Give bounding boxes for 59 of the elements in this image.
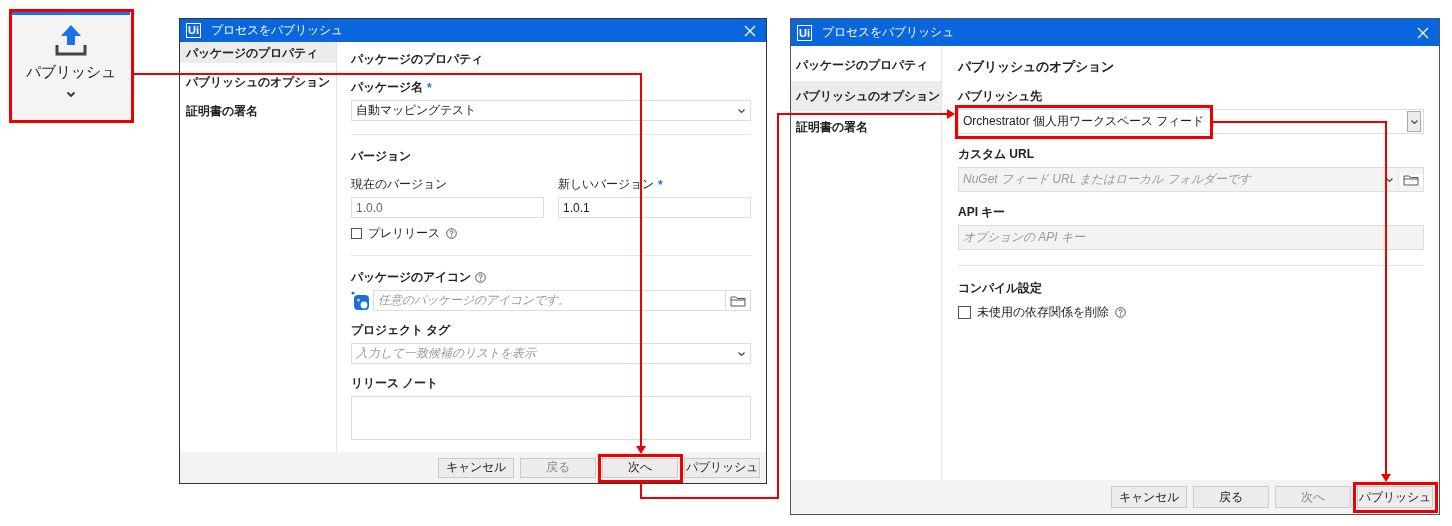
placeholder-text: 入力して一致候補のリストを表示 (356, 345, 536, 362)
dropdown-field[interactable]: Orchestrator 個人用ワークスペース フィード (958, 109, 1424, 134)
sidebar-item[interactable]: パッケージのプロパティ (791, 50, 941, 80)
caret-icon (1409, 118, 1419, 125)
dropdown-field[interactable]: 自動マッピングテスト (351, 100, 751, 121)
field-label: パッケージ名 (351, 79, 423, 96)
sidebar-item[interactable]: 証明書の署名 (180, 100, 336, 121)
dialog-button[interactable]: パブリッシュ (684, 457, 760, 478)
checkbox[interactable] (351, 228, 362, 239)
required-mark: * (658, 177, 663, 192)
close-icon (744, 24, 756, 37)
field-value: 1.0.1 (563, 200, 590, 215)
upload-icon (54, 23, 88, 57)
placeholder-text: NuGet フィード URL またはローカル フォルダーです (963, 171, 1251, 188)
window-title: プロセスをパブリッシュ (211, 22, 343, 39)
dropdown-button[interactable] (1407, 111, 1421, 132)
package-icon (351, 290, 369, 311)
dialog-button[interactable]: キャンセル (438, 457, 514, 478)
sidebar-item[interactable]: 証明書の署名 (791, 112, 941, 142)
section-heading: パブリッシュのオプション (958, 58, 1115, 76)
input-field[interactable]: 1.0.1 (558, 197, 751, 218)
field-value: 自動マッピングテスト (356, 102, 476, 119)
folder-icon (730, 294, 746, 307)
dialog-button[interactable]: パブリッシュ (1357, 486, 1433, 508)
field-label: プロジェクト タグ (351, 322, 451, 339)
caret-icon (737, 350, 746, 357)
checkbox-label: プレリリース (368, 225, 440, 242)
field-label: 現在のバージョン (351, 176, 447, 193)
required-mark: * (427, 80, 432, 95)
field-label: カスタム URL (958, 146, 1034, 163)
caret-icon (1385, 176, 1394, 183)
field-label: パブリッシュ先 (958, 88, 1042, 105)
folder-icon (1403, 173, 1419, 186)
publish-button[interactable]: パブリッシュ (12, 12, 130, 119)
section-label: コンパイル設定 (958, 280, 1043, 297)
placeholder-text: オプションの API キー (963, 229, 1085, 246)
sidebar-item[interactable]: パブリッシュのオプション (791, 81, 941, 111)
close-icon (1417, 26, 1429, 39)
app-logo: Ui (186, 23, 201, 38)
field-label: パッケージのアイコン (351, 269, 471, 286)
field-value: 1.0.0 (356, 200, 383, 215)
caret-icon (66, 91, 76, 98)
placeholder-text: 任意のパッケージのアイコンです。 (378, 292, 570, 309)
app-logo: Ui (797, 24, 812, 41)
caret-icon (737, 107, 746, 114)
window-title: プロセスをパブリッシュ (822, 24, 954, 41)
dialog-button[interactable]: 次へ (602, 457, 678, 478)
section-label: バージョン (351, 148, 412, 165)
field-value: Orchestrator 個人用ワークスペース フィード (963, 113, 1205, 130)
checkbox[interactable] (958, 306, 971, 319)
sidebar-item[interactable]: パブリッシュのオプション (180, 71, 336, 92)
dialog-button[interactable]: 戻る (1193, 486, 1269, 508)
field-label: 新しいバージョン (558, 176, 654, 193)
dialog-button[interactable]: キャンセル (1111, 486, 1187, 508)
checkbox-label: 未使用の依存関係を削除 (977, 304, 1109, 321)
section-heading: パッケージのプロパティ (351, 51, 484, 68)
sidebar-item[interactable]: パッケージのプロパティ (180, 42, 336, 63)
field-label: API キー (958, 204, 1006, 221)
field-label: リリース ノート (351, 375, 439, 392)
